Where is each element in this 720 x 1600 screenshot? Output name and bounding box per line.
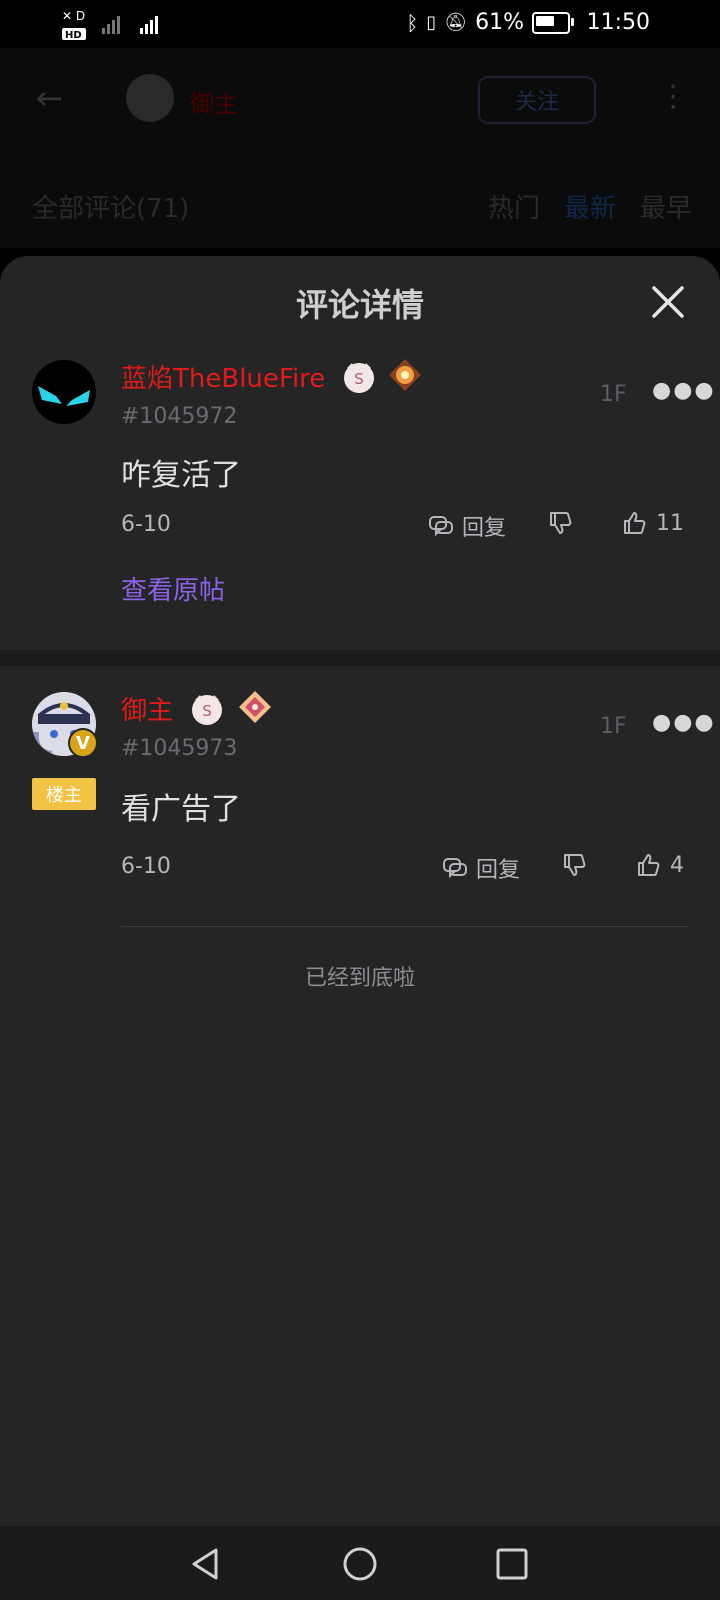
back-triangle-icon[interactable] [188, 1546, 224, 1582]
thumbs-down-icon [564, 854, 586, 876]
section-divider [0, 650, 720, 666]
dislike-button[interactable] [562, 852, 588, 878]
cat-badge-icon: S [344, 363, 374, 393]
like-count: 11 [656, 510, 684, 536]
end-of-list-text: 已经到底啦 [304, 966, 415, 991]
reply-button[interactable]: 回复 [428, 510, 506, 542]
mute-bell-icon: 🔕︎ [444, 12, 468, 33]
more-options-icon[interactable]: ●●● [652, 710, 716, 735]
comment-text: 咋复活了 [121, 458, 241, 493]
sheet-title: 评论详情 [295, 286, 424, 324]
reply-button[interactable]: 回复 [442, 852, 520, 884]
verified-badge-icon: V [68, 728, 98, 758]
user-id: #1045972 [121, 404, 238, 429]
reply-label: 回复 [462, 516, 507, 541]
home-circle-icon[interactable] [342, 1546, 378, 1582]
navigation-bar [0, 1526, 720, 1600]
owner-tag: 楼主 [32, 778, 96, 810]
comment-date: 6-10 [121, 854, 171, 879]
medal-badge-icon [389, 359, 421, 391]
tab-hot[interactable]: 热门 [488, 188, 540, 225]
svg-text:HD: HD [65, 30, 82, 41]
floor-label: 1F [600, 382, 627, 407]
battery-icon [532, 11, 574, 34]
clock: 11:50 [586, 10, 650, 35]
reply-icon [429, 516, 453, 537]
avatar[interactable] [32, 360, 96, 424]
thumbs-up-icon [638, 854, 660, 876]
author-name[interactable]: 御主 [190, 84, 238, 119]
reply-label: 回复 [476, 858, 521, 883]
back-arrow-icon[interactable]: ← [36, 82, 68, 114]
more-vertical-icon[interactable]: ⋮ [658, 82, 688, 112]
tab-oldest[interactable]: 最早 [640, 188, 692, 225]
bluetooth-icon: ᛒ [406, 10, 419, 35]
reply-icon [443, 858, 467, 879]
thumbs-down-icon [550, 512, 572, 534]
tab-newest[interactable]: 最新 [564, 188, 616, 225]
all-comments-label: 全部评论(71) [32, 194, 190, 224]
signal-icon: ✕ D HD [62, 9, 158, 41]
floor-label: 1F [600, 714, 627, 739]
battery-percent: 61% [475, 10, 524, 35]
status-bar: ✕ D HD ᛒ ▯ 🔕︎ 61% 11:50 [0, 0, 720, 48]
comment-divider [121, 926, 688, 927]
like-button[interactable]: 11 [622, 510, 684, 536]
view-original-post-link[interactable]: 查看原帖 [121, 570, 225, 607]
avatar-image [32, 360, 96, 424]
svg-text:S: S [354, 370, 364, 388]
comment-date: 6-10 [121, 512, 171, 537]
username[interactable]: 御主 [121, 690, 173, 727]
svg-text:S: S [202, 702, 212, 720]
battery-level [536, 15, 554, 26]
cat-badge-icon: S [192, 695, 222, 725]
author-avatar[interactable] [126, 74, 174, 122]
close-icon[interactable] [648, 282, 688, 322]
like-button[interactable]: 4 [636, 852, 684, 878]
user-id: #1045973 [121, 736, 238, 761]
dislike-button[interactable] [548, 510, 574, 536]
status-right: ᛒ ▯ 🔕︎ 61% [406, 10, 574, 35]
like-count: 4 [670, 852, 684, 878]
more-options-icon[interactable]: ●●● [652, 378, 716, 403]
thumbs-up-icon [624, 512, 646, 534]
comment-text: 看广告了 [121, 792, 241, 827]
gem-badge-icon [239, 691, 271, 723]
username[interactable]: 蓝焰TheBlueFire [121, 358, 325, 395]
recents-square-icon[interactable] [494, 1546, 530, 1582]
network-indicators: ✕ D HD [62, 6, 162, 45]
comment-detail-sheet: 评论详情 蓝焰TheBlueFire S #1045972 1F ●●● 咋复活… [0, 256, 720, 1526]
follow-button[interactable]: 关注 [478, 76, 596, 124]
vibrate-icon: ▯ [426, 12, 437, 33]
svg-text:✕ D: ✕ D [62, 9, 85, 23]
